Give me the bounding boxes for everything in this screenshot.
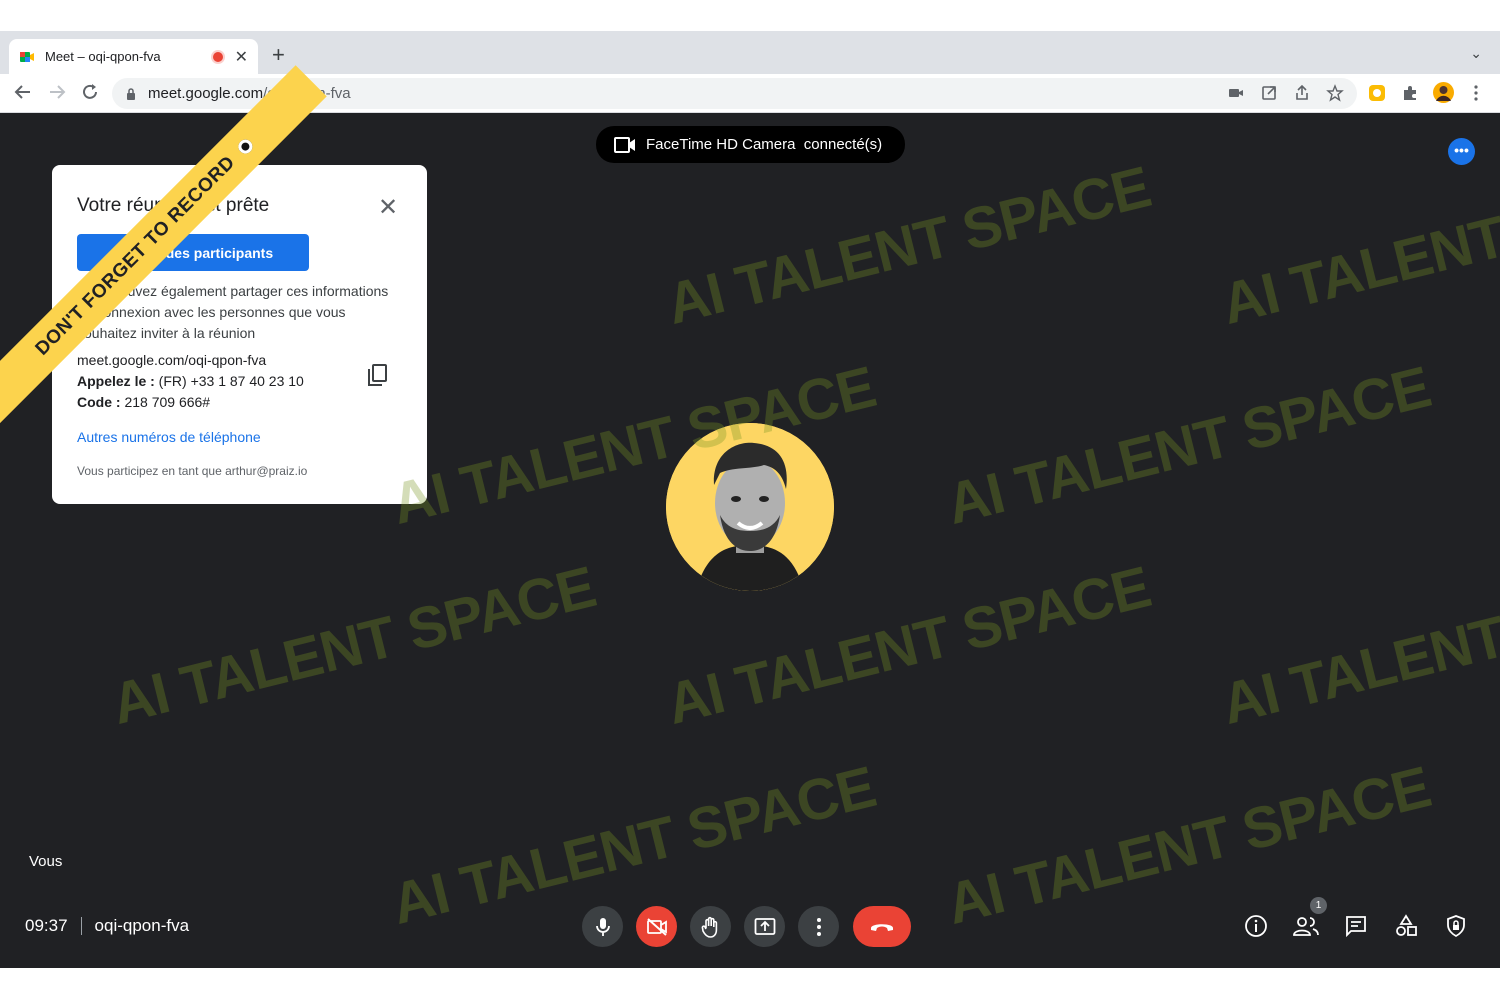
add-participants-button[interactable]: Ajouter des participants [77,234,309,271]
browser-toolbar: meet.google.com/oqi-qpon-fva [0,74,1500,113]
more-actions-button[interactable] [798,906,839,947]
code-value: 218 709 666# [120,394,211,410]
close-dialog-icon[interactable]: ✕ [378,193,398,222]
self-name-label: Vous [29,853,63,870]
meeting-link: meet.google.com/oqi-qpon-fva [77,352,267,368]
shapes-icon [1396,914,1417,936]
more-options-button[interactable]: ••• [1448,138,1475,165]
present-screen-icon [754,917,775,935]
google-meet-icon [20,51,34,62]
chat-icon [1346,916,1366,938]
camera-notice-text: FaceTime HD Camera connecté(s) [646,136,883,153]
microphone-icon [595,917,610,936]
tab-title: Meet – oqi-qpon-fva [45,49,161,64]
phone-label: Appelez le : [77,373,155,389]
browser-menu-icon[interactable] [1470,84,1482,102]
host-controls-button[interactable] [1443,913,1469,939]
open-in-window-icon[interactable] [1260,84,1278,102]
profile-avatar[interactable] [1433,82,1454,103]
tab-search-chevron-icon[interactable]: ⌄ [1470,45,1482,62]
share-description: Vous pouvez également partager ces infor… [77,283,389,341]
url-host: meet.google.com [148,85,264,102]
tab-strip: Meet – oqi-qpon-fva ✕ + ⌄ [0,31,1500,74]
video-off-icon [646,917,667,936]
phone-value: (FR) +33 1 87 40 23 10 [154,373,304,389]
dialog-title: Votre réunion est prête [77,195,270,216]
camera-connected-notice: FaceTime HD Camera connecté(s) [596,126,905,163]
meeting-code: oqi-qpon-fva [94,916,190,935]
url-path: /oqi-qpon-fva [263,85,351,102]
chat-button[interactable] [1343,913,1369,939]
activities-button[interactable] [1393,913,1419,939]
forward-arrow-icon[interactable] [47,82,67,102]
present-screen-button[interactable] [744,906,785,947]
video-camera-icon [614,136,635,153]
person-photo [666,423,834,591]
copy-icon[interactable] [366,363,388,387]
participant-count-badge: 1 [1310,897,1327,914]
lock-icon [127,87,135,100]
reload-icon[interactable] [80,82,100,102]
shield-lock-icon [1447,915,1465,938]
address-bar[interactable]: meet.google.com/oqi-qpon-fva [112,78,1357,109]
back-arrow-icon[interactable] [13,82,33,102]
joined-as-text: Vous participez en tant que arthur@praiz… [77,464,308,478]
raise-hand-button[interactable] [690,906,731,947]
meet-stage: FaceTime HD Camera connecté(s) ••• Vous … [0,113,1500,968]
share-icon[interactable] [1293,84,1311,102]
tab-meet[interactable]: Meet – oqi-qpon-fva ✕ [9,39,258,74]
camera-off-button[interactable] [636,906,677,947]
dial-in-phone: Appelez le : (FR) +33 1 87 40 23 10 [77,373,304,389]
meeting-details: 09:37 oqi-qpon-fva [25,916,189,936]
participants-button[interactable] [1293,913,1319,939]
screen: Meet – oqi-qpon-fva ✕ + ⌄ meet.google.co… [0,0,1500,1000]
extension-yellow-icon[interactable] [1368,84,1386,102]
camera-in-use-icon[interactable] [1227,84,1245,102]
vertical-dots-icon [816,917,821,936]
clock-time: 09:37 [25,916,68,935]
code-label: Code : [77,394,121,410]
other-phone-numbers-link[interactable]: Autres numéros de téléphone [77,429,261,445]
extensions-puzzle-icon[interactable] [1401,84,1419,102]
meeting-details-button[interactable] [1243,913,1269,939]
new-tab-button[interactable]: + [272,42,285,68]
microphone-button[interactable] [582,906,623,947]
people-icon [1293,917,1319,936]
hang-up-phone-icon [871,923,893,931]
info-icon [1245,915,1267,937]
bookmark-star-icon[interactable] [1326,84,1344,102]
divider [80,917,82,935]
raise-hand-icon [701,916,717,938]
leave-call-button[interactable] [853,906,911,947]
meeting-ready-dialog: Votre réunion est prête ✕ Ajouter des pa… [52,165,427,504]
tab-close-icon[interactable]: ✕ [235,47,248,67]
self-avatar [666,423,834,591]
bottom-bar [0,968,1500,1000]
recording-indicator-icon [212,51,223,62]
dial-in-code: Code : 218 709 666# [77,394,210,410]
